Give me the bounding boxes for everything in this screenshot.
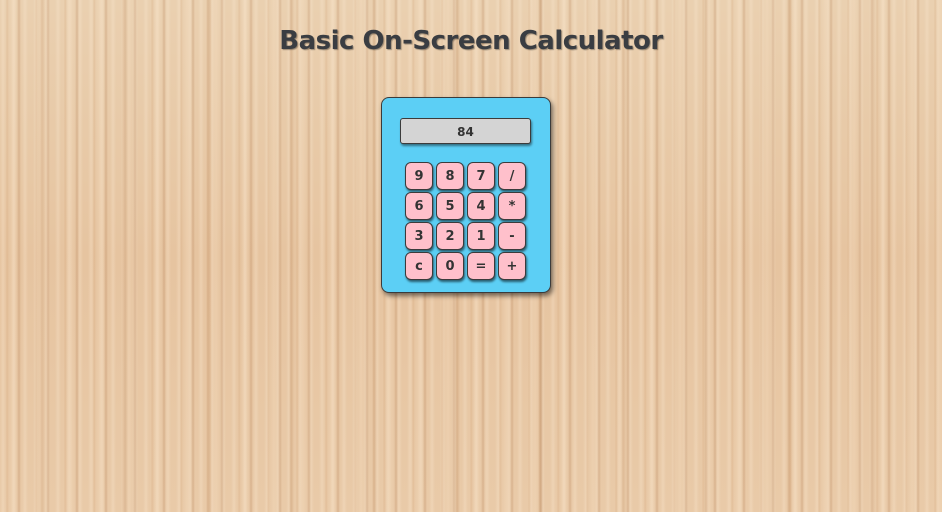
key-5[interactable]: 5 xyxy=(436,192,464,220)
key-3[interactable]: 3 xyxy=(405,222,433,250)
key-9[interactable]: 9 xyxy=(405,162,433,190)
page-title: Basic On-Screen Calculator xyxy=(279,26,663,56)
key-add[interactable]: + xyxy=(498,252,526,280)
key-clear[interactable]: c xyxy=(405,252,433,280)
key-4[interactable]: 4 xyxy=(467,192,495,220)
calculator-display: 84 xyxy=(400,118,531,144)
keypad: 9 8 7 / 6 5 4 * 3 2 1 - c 0 = + xyxy=(405,162,526,280)
key-divide[interactable]: / xyxy=(498,162,526,190)
key-6[interactable]: 6 xyxy=(405,192,433,220)
key-8[interactable]: 8 xyxy=(436,162,464,190)
key-7[interactable]: 7 xyxy=(467,162,495,190)
key-0[interactable]: 0 xyxy=(436,252,464,280)
key-subtract[interactable]: - xyxy=(498,222,526,250)
key-1[interactable]: 1 xyxy=(467,222,495,250)
key-equals[interactable]: = xyxy=(467,252,495,280)
key-2[interactable]: 2 xyxy=(436,222,464,250)
key-multiply[interactable]: * xyxy=(498,192,526,220)
calculator: 84 9 8 7 / 6 5 4 * 3 2 1 - c 0 = + xyxy=(381,97,551,293)
